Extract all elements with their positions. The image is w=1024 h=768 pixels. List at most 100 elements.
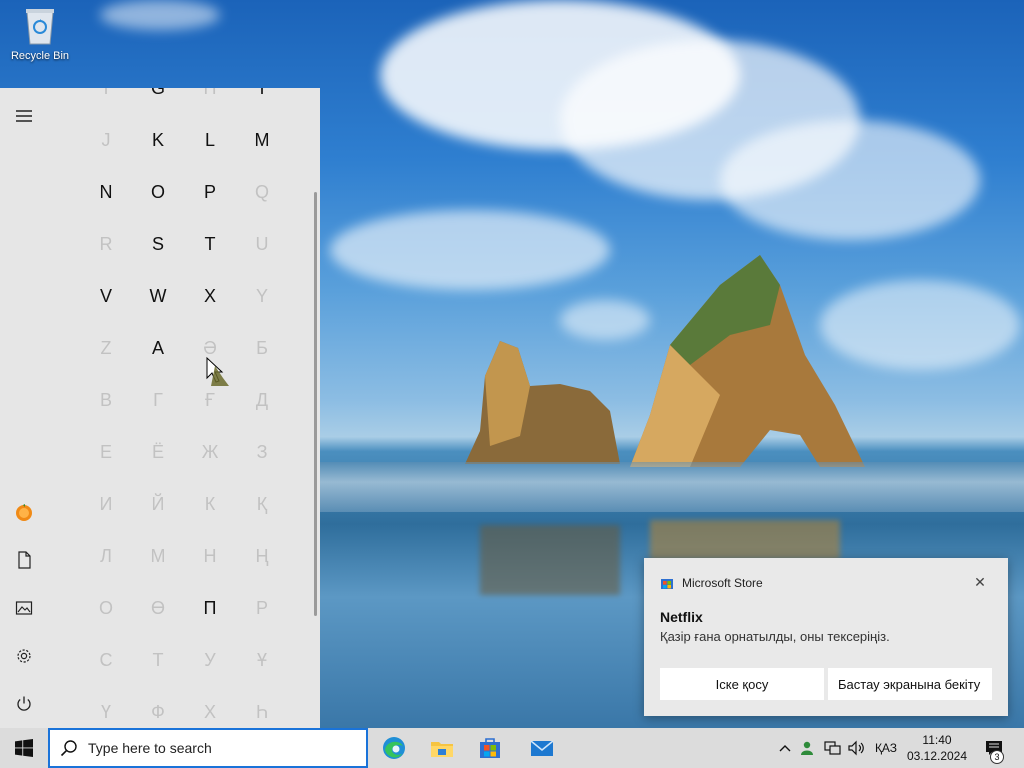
jump-letter: Б bbox=[256, 337, 268, 358]
alphabet-jump-list: IGHIJKLMNOPQRSTUVWXYZAӘБВГҒДЕЁЖЗИЙКҚЛМНҢ… bbox=[80, 88, 288, 728]
jump-letter: Ү bbox=[100, 701, 111, 722]
jump-letter: Y bbox=[255, 285, 268, 306]
taskbar-store[interactable] bbox=[466, 728, 514, 768]
jump-letter[interactable]: S bbox=[132, 218, 184, 270]
pin-to-start-button[interactable]: Бастау экранына бекіту bbox=[828, 668, 992, 700]
chevron-up-icon bbox=[779, 745, 791, 752]
taskbar-clock[interactable]: 11:40 03.12.2024 bbox=[904, 732, 970, 764]
jump-letter: Т bbox=[152, 649, 164, 670]
toast-app-header: Microsoft Store bbox=[660, 576, 763, 590]
hamburger-icon bbox=[16, 110, 32, 122]
jump-letter: У bbox=[204, 649, 216, 670]
network-icon bbox=[824, 741, 841, 755]
volume-tray[interactable] bbox=[846, 728, 868, 768]
jump-letter: О bbox=[98, 597, 113, 618]
taskbar-file-explorer[interactable] bbox=[418, 728, 466, 768]
mail-icon bbox=[530, 740, 554, 756]
gear-icon bbox=[17, 649, 31, 663]
start-rail bbox=[0, 88, 48, 728]
input-language[interactable]: ҚАЗ bbox=[870, 728, 902, 768]
jump-letter: В bbox=[99, 389, 112, 410]
jump-letter: Z bbox=[100, 337, 112, 358]
launch-button[interactable]: Іске қосу bbox=[660, 668, 824, 700]
start-menu: IGHIJKLMNOPQRSTUVWXYZAӘБВГҒДЕЁЖЗИЙКҚЛМНҢ… bbox=[0, 88, 320, 728]
jump-letter: Ф bbox=[151, 701, 165, 722]
document-icon bbox=[18, 551, 31, 569]
jump-letter: Й bbox=[151, 493, 165, 514]
jump-letter: М bbox=[150, 545, 166, 566]
toast-message: Қазір ғана орнатылды, оны тексеріңіз. bbox=[660, 629, 890, 644]
toast-app-name: Microsoft Store bbox=[682, 576, 763, 590]
jump-letter: К bbox=[204, 493, 216, 514]
jump-letter: Һ bbox=[256, 701, 268, 722]
notification-toast[interactable]: Microsoft Store ✕ Netflix Қазір ғана орн… bbox=[644, 558, 1008, 716]
start-menu-scrollbar[interactable] bbox=[314, 192, 317, 616]
jump-letter[interactable]: П bbox=[184, 582, 236, 634]
jump-letter: Ё bbox=[151, 441, 164, 462]
jump-letter[interactable]: V bbox=[80, 270, 132, 322]
jump-letter: Х bbox=[203, 701, 216, 722]
jump-letter: И bbox=[99, 493, 113, 514]
network-tray[interactable] bbox=[822, 728, 844, 768]
jump-letter: Қ bbox=[256, 493, 268, 514]
recycle-bin-desktop-icon[interactable]: Recycle Bin bbox=[4, 6, 76, 62]
jump-letter: Д bbox=[255, 389, 269, 410]
jump-letter[interactable]: T bbox=[184, 218, 236, 270]
speaker-icon bbox=[848, 740, 864, 756]
pictures-button[interactable] bbox=[0, 584, 48, 632]
jump-letter[interactable]: I bbox=[236, 88, 288, 114]
power-button[interactable] bbox=[0, 680, 48, 728]
rock-left bbox=[465, 341, 620, 464]
jump-letter: С bbox=[99, 649, 113, 670]
show-hidden-icons[interactable] bbox=[776, 728, 794, 768]
jump-letter[interactable]: A bbox=[132, 322, 184, 374]
documents-button[interactable] bbox=[0, 536, 48, 584]
jump-letter: З bbox=[256, 441, 268, 462]
user-status-icon bbox=[801, 741, 813, 755]
jump-letter: Ң bbox=[255, 545, 269, 566]
jump-letter: Г bbox=[153, 389, 163, 410]
start-button[interactable] bbox=[0, 728, 48, 768]
clock-time: 11:40 bbox=[922, 733, 952, 747]
clock-date: 03.12.2024 bbox=[906, 749, 968, 763]
jump-letter[interactable]: M bbox=[236, 114, 288, 166]
people-tray[interactable] bbox=[798, 728, 818, 768]
jump-letter: Е bbox=[99, 441, 112, 462]
settings-button[interactable] bbox=[0, 632, 48, 680]
recycle-bin-icon bbox=[23, 6, 57, 46]
toast-title: Netflix bbox=[660, 609, 703, 625]
edge-icon bbox=[383, 737, 405, 759]
close-icon[interactable]: ✕ bbox=[972, 574, 988, 590]
notification-count-badge: 3 bbox=[990, 750, 1004, 764]
search-placeholder: Type here to search bbox=[88, 740, 212, 756]
jump-letter[interactable]: O bbox=[132, 166, 184, 218]
mouse-cursor-icon bbox=[206, 356, 229, 386]
jump-letter[interactable]: L bbox=[184, 114, 236, 166]
jump-letter: H bbox=[184, 88, 236, 114]
jump-letter[interactable]: N bbox=[80, 166, 132, 218]
jump-letter[interactable]: G bbox=[132, 88, 184, 114]
user-account-button[interactable] bbox=[0, 488, 48, 536]
jump-letter: Q bbox=[254, 181, 269, 202]
jump-letter[interactable]: P bbox=[184, 166, 236, 218]
jump-letter: Ұ bbox=[256, 649, 267, 670]
jump-letter: Л bbox=[100, 545, 112, 566]
folder-icon bbox=[431, 742, 453, 757]
user-avatar-icon bbox=[16, 504, 32, 521]
jump-letter: Н bbox=[203, 545, 217, 566]
taskbar-edge[interactable] bbox=[370, 728, 418, 768]
hamburger-button[interactable] bbox=[0, 92, 48, 140]
jump-letter[interactable]: X bbox=[184, 270, 236, 322]
jump-letter: R bbox=[99, 233, 113, 254]
jump-letter[interactable]: W bbox=[132, 270, 184, 322]
image-icon bbox=[15, 601, 33, 615]
power-icon bbox=[17, 696, 31, 711]
jump-letter: Р bbox=[255, 597, 268, 618]
jump-letter: Ө bbox=[150, 597, 165, 618]
taskbar-search-box[interactable]: Type here to search bbox=[48, 728, 368, 768]
search-icon bbox=[60, 740, 77, 757]
rock-right bbox=[630, 255, 865, 467]
jump-letter[interactable]: K bbox=[132, 114, 184, 166]
taskbar-mail[interactable] bbox=[518, 728, 566, 768]
windows-logo-icon bbox=[15, 739, 33, 757]
